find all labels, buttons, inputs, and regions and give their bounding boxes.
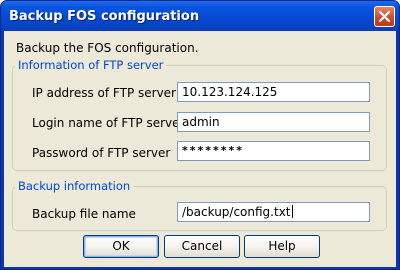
help-button[interactable]: Help xyxy=(244,235,320,258)
cancel-button[interactable]: Cancel xyxy=(164,235,240,258)
backup-file-value: /backup/config.txt xyxy=(182,205,291,219)
title-bar[interactable]: Backup FOS configuration xyxy=(1,1,399,31)
backup-info-group-title: Backup information xyxy=(15,179,134,193)
backup-file-label: Backup file name xyxy=(32,207,136,221)
backup-file-input[interactable]: /backup/config.txt xyxy=(177,202,370,222)
ftp-server-group-title: Information of FTP server xyxy=(15,58,167,72)
password-label: Password of FTP server xyxy=(32,146,171,160)
login-name-input[interactable]: admin xyxy=(177,112,370,132)
ok-button[interactable]: OK xyxy=(83,235,159,258)
ip-address-label: IP address of FTP server xyxy=(32,86,176,100)
text-cursor xyxy=(291,205,293,218)
ip-address-input[interactable]: 10.123.124.125 xyxy=(177,82,370,102)
password-input[interactable]: ******** xyxy=(177,141,370,161)
login-name-label: Login name of FTP server xyxy=(32,116,185,130)
dialog-body: Backup the FOS configuration. Informatio… xyxy=(4,31,396,267)
close-icon xyxy=(378,10,391,23)
dialog-window: Backup FOS configuration Backup the FOS … xyxy=(0,0,400,270)
dialog-description: Backup the FOS configuration. xyxy=(16,41,199,55)
window-title: Backup FOS configuration xyxy=(9,9,200,24)
close-button[interactable] xyxy=(374,6,395,27)
